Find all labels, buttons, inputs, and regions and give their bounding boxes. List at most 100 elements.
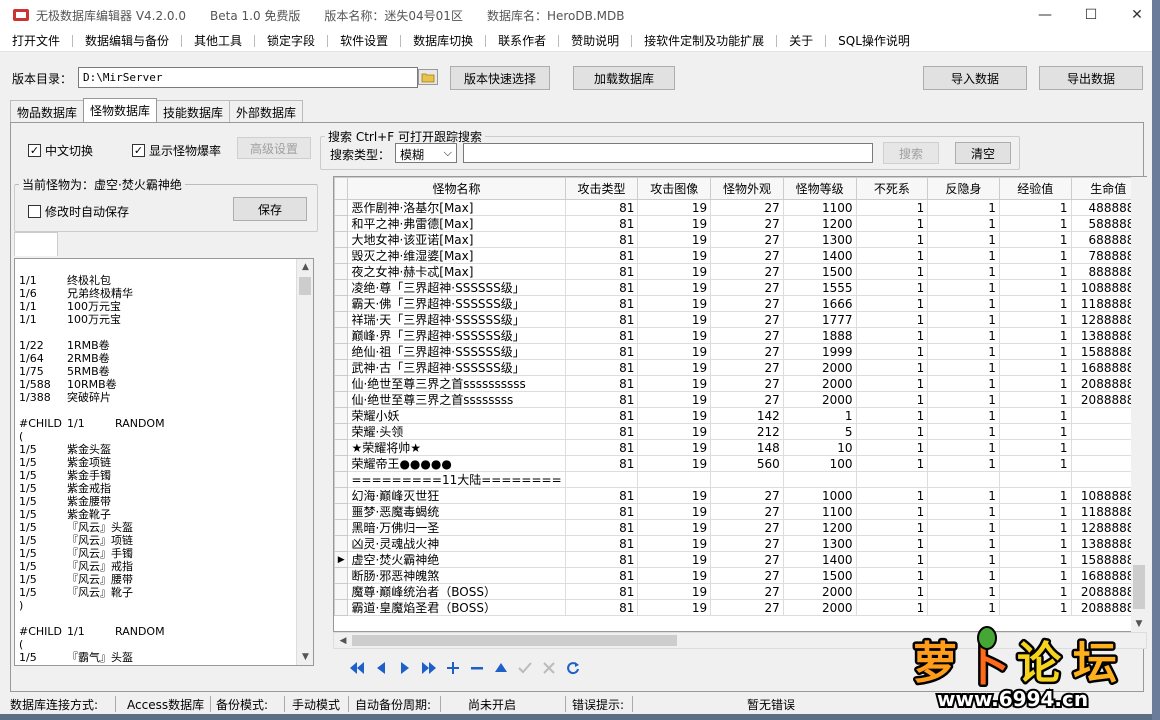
export-button[interactable]: 导出数据 — [1039, 66, 1143, 90]
table-cell[interactable]: 1 — [998, 487, 1072, 504]
table-cell[interactable]: 81 — [564, 263, 639, 280]
table-cell[interactable]: 1 — [927, 343, 1000, 360]
table-cell[interactable]: 1999 — [782, 343, 857, 360]
scroll-down-icon[interactable]: ▼ — [297, 649, 313, 665]
menu-item-10[interactable]: SQL操作说明 — [826, 35, 922, 47]
table-cell[interactable]: 1 — [927, 407, 1000, 424]
table-cell[interactable]: 27 — [710, 279, 784, 296]
table-row[interactable]: 霸天·佛「三界超神·SSSSSS级」 81 19 27 1666 1 1 1 11888888 — [334, 295, 1146, 312]
table-cell[interactable]: 虚空·焚火霸神绝 — [347, 551, 566, 568]
table-cell[interactable]: 1 — [855, 279, 929, 296]
table-cell[interactable]: 19 — [637, 439, 712, 456]
table-cell[interactable]: 1 — [927, 375, 1000, 392]
row-indicator[interactable] — [334, 567, 349, 584]
table-cell[interactable]: 81 — [564, 535, 639, 552]
table-cell[interactable]: 81 — [564, 567, 639, 584]
table-cell[interactable]: 27 — [710, 359, 784, 376]
column-header-4[interactable]: 怪物等级 — [782, 177, 857, 200]
table-cell[interactable]: 2000 — [782, 375, 857, 392]
table-cell[interactable]: 凶灵·灵魂战火神 — [347, 535, 566, 552]
table-cell[interactable]: 19 — [637, 391, 712, 408]
table-cell[interactable]: 1 — [855, 359, 929, 376]
show-drop-rate-checkbox[interactable]: ✓ 显示怪物爆率 — [132, 142, 221, 159]
row-indicator[interactable] — [334, 231, 349, 248]
menu-item-8[interactable]: 接软件定制及功能扩展 — [632, 34, 778, 47]
table-cell[interactable]: 1 — [927, 247, 1000, 264]
menu-item-4[interactable]: 软件设置 — [328, 34, 402, 47]
table-cell[interactable]: 1 — [927, 391, 1000, 408]
table-cell[interactable]: 1 — [927, 327, 1000, 344]
table-cell[interactable]: 1 — [855, 487, 929, 504]
row-indicator[interactable] — [334, 535, 349, 552]
grid-vscroll-thumb[interactable] — [1133, 565, 1145, 609]
table-cell[interactable]: 27 — [710, 343, 784, 360]
menu-item-2[interactable]: 其他工具 — [182, 34, 256, 47]
table-cell[interactable]: 1 — [998, 423, 1072, 440]
table-cell[interactable]: 81 — [564, 519, 639, 536]
row-indicator[interactable] — [334, 583, 349, 600]
table-cell[interactable]: 1 — [927, 359, 1000, 376]
table-row[interactable]: 巅峰·界「三界超神·SSSSSS级」 81 19 27 1888 1 1 1 13888888 — [334, 327, 1146, 344]
table-cell[interactable]: 27 — [710, 247, 784, 264]
table-cell[interactable]: 噩梦·恶魔毒蝎统 — [347, 503, 566, 520]
table-cell[interactable]: 27 — [710, 311, 784, 328]
insert-icon[interactable] — [441, 657, 465, 679]
table-cell[interactable]: 1 — [927, 583, 1000, 600]
row-indicator[interactable] — [334, 295, 349, 312]
table-cell[interactable]: 81 — [564, 455, 639, 472]
table-cell[interactable]: 27 — [710, 375, 784, 392]
table-cell[interactable]: 19 — [637, 535, 712, 552]
tab-item-db[interactable]: 物品数据库 — [10, 100, 85, 122]
table-cell[interactable]: 81 — [564, 247, 639, 264]
table-cell[interactable]: 1 — [855, 327, 929, 344]
load-db-button[interactable]: 加载数据库 — [573, 66, 675, 90]
table-cell[interactable]: 仙·绝世至尊三界之首ssssssss — [347, 391, 566, 408]
table-cell[interactable]: 27 — [710, 503, 784, 520]
table-cell[interactable]: 1 — [998, 583, 1072, 600]
row-indicator[interactable] — [334, 391, 349, 408]
drop-list-text[interactable]: 1/1 终极礼包 1/6 兄弟终极精华 1/1 100万元宝 1/1 100万元宝 1/22 1R… — [14, 258, 314, 666]
table-cell[interactable]: 1100 — [782, 503, 857, 520]
table-cell[interactable]: 荣耀帝王●●●●● — [347, 455, 566, 472]
row-indicator[interactable] — [334, 247, 349, 264]
table-cell[interactable]: 5 — [782, 423, 857, 440]
table-cell[interactable]: 武神·古「三界超神·SSSSSS级」 — [347, 359, 566, 376]
table-cell[interactable]: 10 — [782, 439, 857, 456]
menu-item-3[interactable]: 锁定字段 — [255, 34, 329, 47]
row-indicator[interactable] — [334, 487, 349, 504]
table-cell[interactable]: 仙·绝世至尊三界之首ssssssssss — [347, 375, 566, 392]
table-cell[interactable]: 19 — [637, 375, 712, 392]
table-cell[interactable]: 1 — [927, 199, 1000, 216]
table-cell[interactable]: 27 — [710, 487, 784, 504]
table-cell[interactable]: 1 — [998, 599, 1072, 616]
table-cell[interactable]: 19 — [637, 599, 712, 616]
table-cell[interactable]: 2000 — [782, 391, 857, 408]
table-row[interactable]: 荣耀帝王●●●●●81195601001118 — [334, 455, 1146, 472]
last-icon[interactable] — [417, 657, 441, 679]
table-cell[interactable]: 1 — [927, 551, 1000, 568]
table-cell[interactable]: 1 — [855, 583, 929, 600]
table-cell[interactable]: 1 — [855, 263, 929, 280]
table-cell[interactable]: 1 — [998, 439, 1072, 456]
table-cell[interactable]: 1 — [998, 455, 1072, 472]
table-cell[interactable]: 27 — [710, 567, 784, 584]
table-cell[interactable]: 81 — [564, 503, 639, 520]
table-cell[interactable]: 1 — [998, 215, 1072, 232]
drop-list-tab[interactable] — [14, 232, 58, 256]
cancel-icon[interactable] — [537, 657, 561, 679]
table-cell[interactable] — [855, 471, 929, 488]
table-row[interactable]: 凶灵·灵魂战火神 81 19 27 1300 1 1 1 13888888 — [334, 535, 1146, 552]
row-indicator[interactable] — [334, 359, 349, 376]
table-cell[interactable]: 大地女神·该亚诺[Max] — [347, 231, 566, 248]
table-cell[interactable]: 19 — [637, 423, 712, 440]
table-cell[interactable]: 1 — [927, 215, 1000, 232]
table-cell[interactable]: 81 — [564, 439, 639, 456]
table-cell[interactable]: 19 — [637, 247, 712, 264]
table-cell[interactable]: 81 — [564, 327, 639, 344]
table-cell[interactable] — [782, 471, 857, 488]
row-indicator[interactable] — [334, 407, 349, 424]
table-cell[interactable]: 27 — [710, 215, 784, 232]
row-indicator[interactable] — [334, 423, 349, 440]
table-cell[interactable]: 1666 — [782, 295, 857, 312]
tab-external-db[interactable]: 外部数据库 — [229, 100, 304, 122]
